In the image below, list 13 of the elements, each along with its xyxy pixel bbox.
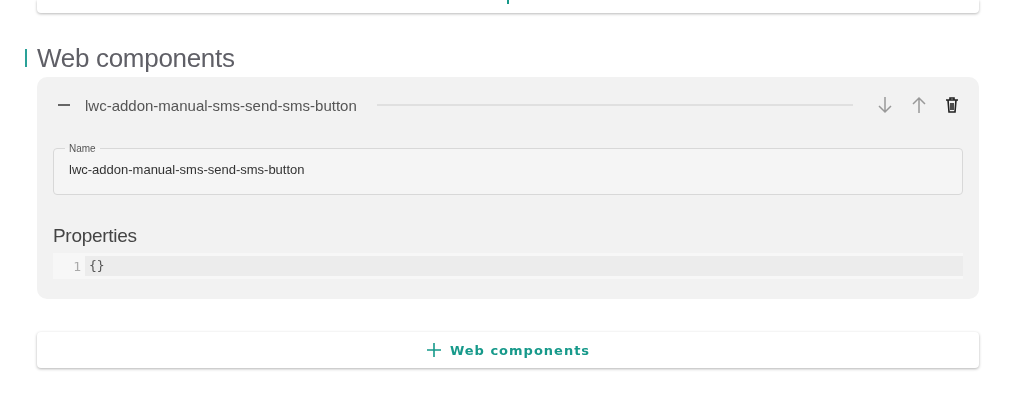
arrow-up-icon (911, 96, 927, 114)
field-label: Name (68, 143, 97, 154)
properties-label: Properties (53, 225, 138, 247)
add-web-component-button[interactable]: Web components (37, 332, 979, 368)
component-title: lwc-addon-manual-sms-send-sms-button (85, 96, 357, 114)
field-value: lwc-addon-manual-sms-send-sms-button (69, 162, 305, 177)
trash-icon (945, 97, 959, 113)
section-title: Web components (37, 42, 235, 74)
arrow-down-icon (877, 96, 893, 114)
line-number: 1 (72, 258, 82, 274)
accent-bar (25, 49, 27, 67)
code-editor[interactable]: 1 {} (53, 253, 963, 279)
name-field[interactable]: Name lwc-addon-manual-sms-send-sms-button (53, 143, 963, 195)
